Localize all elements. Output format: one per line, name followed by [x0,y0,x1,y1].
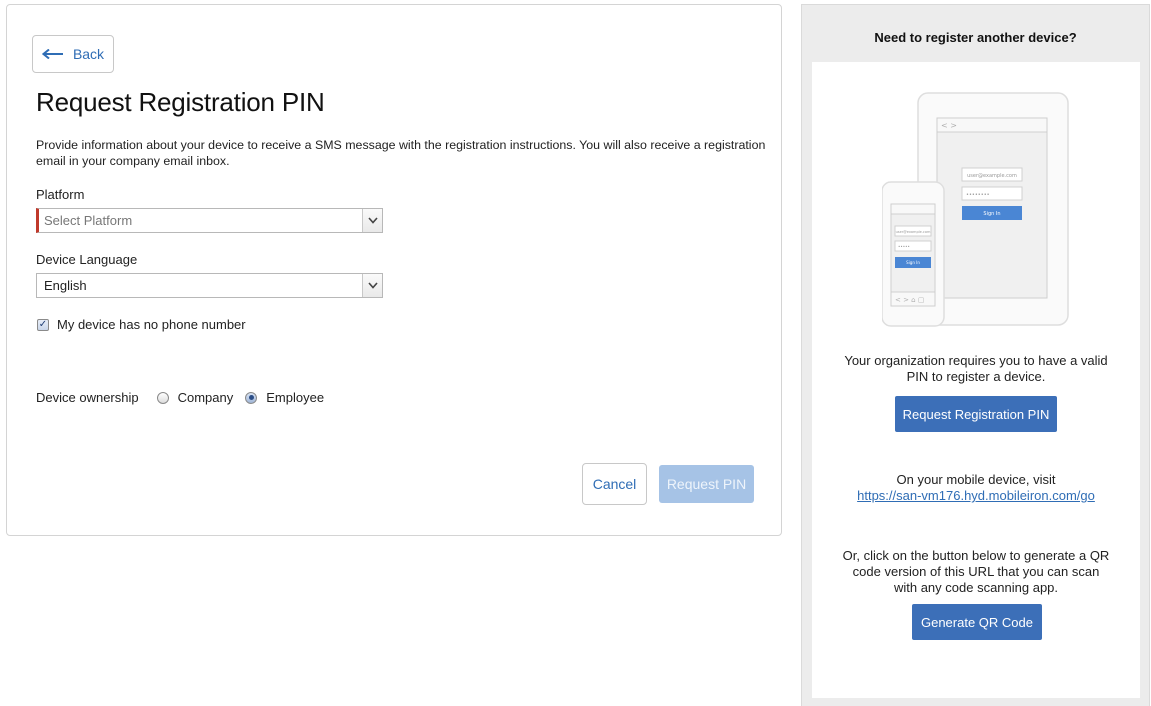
ownership-employee-label[interactable]: Employee [266,390,324,405]
page-title: Request Registration PIN [36,87,325,117]
side-panel-content: < > user@example.com •••••••• Sign In us… [812,62,1140,698]
visit-url-block: On your mobile device, visit https://san… [812,472,1140,504]
request-registration-pin-button[interactable]: Request Registration PIN [895,396,1057,432]
back-button-label: Back [72,46,105,62]
generate-qr-code-button[interactable]: Generate QR Code [912,604,1042,640]
tablet-password-text: •••••••• [966,192,990,198]
registration-form-card: Back Request Registration PIN Provide in… [6,4,782,536]
side-panel-title: Need to register another device? [874,30,1077,45]
visit-text: On your mobile device, visit [896,472,1056,487]
ownership-employee-radio[interactable] [245,391,258,404]
qr-instructions-line-3: with any code scanning app. [893,580,1059,595]
platform-label: Platform [36,187,85,202]
qr-instructions-line-1: Or, click on the button below to generat… [842,548,1110,563]
no-phone-number-row: ✓ My device has no phone number [37,317,246,332]
no-phone-number-checkbox[interactable]: ✓ [37,318,49,331]
cancel-button[interactable]: Cancel [582,463,647,505]
qr-instructions-line-2: code version of this URL that you can sc… [852,564,1100,579]
device-ownership-group: Device ownership Company Employee [36,390,336,405]
phone-email-text: user@example.com [896,230,931,234]
intro-text: Provide information about your device to… [36,138,766,168]
svg-text:< >: < > [941,121,957,130]
register-another-device-panel: Need to register another device? < > use… [801,4,1150,706]
device-ownership-label: Device ownership [36,390,139,405]
platform-select[interactable]: Select Platform [36,208,383,233]
pin-requirement-line-1: Your organization requires you to have a… [844,353,1108,368]
request-pin-button[interactable]: Request PIN [659,465,754,503]
phone-signin-text: Sign In [906,260,920,265]
ownership-company-label[interactable]: Company [178,390,234,405]
device-language-label: Device Language [36,252,138,267]
registration-url-link[interactable]: https://san-vm176.hyd.mobileiron.com/go [857,488,1095,503]
tablet-signin-text: Sign In [983,211,1000,217]
back-button[interactable]: Back [32,35,114,73]
no-phone-number-label: My device has no phone number [57,317,246,332]
pin-requirement-text: Your organization requires you to have a… [812,353,1140,385]
phone-password-text: ••••• [898,244,910,249]
pin-requirement-line-2: PIN to register a device. [906,369,1046,384]
device-language-value: English [44,278,87,293]
chevron-down-icon[interactable] [362,274,382,297]
arrow-left-icon [41,49,64,59]
chevron-down-icon[interactable] [362,209,382,232]
device-illustration: < > user@example.com •••••••• Sign In us… [882,92,1069,327]
qr-instructions-text: Or, click on the button below to generat… [812,548,1140,596]
device-language-select[interactable]: English [36,273,383,298]
ownership-company-radio[interactable] [156,391,169,404]
tablet-email-text: user@example.com [967,173,1017,179]
platform-select-value: Select Platform [44,213,133,228]
svg-text:< > ⌂ ▢: < > ⌂ ▢ [895,296,924,304]
